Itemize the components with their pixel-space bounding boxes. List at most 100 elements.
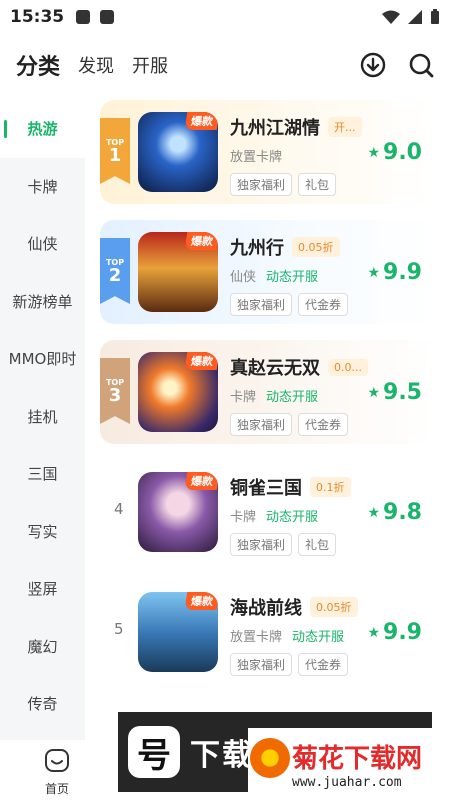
flower-logo-icon [250, 738, 290, 778]
sidebar-item-hot[interactable]: 热游 [0, 100, 85, 158]
game-category: 放置卡牌 [230, 630, 283, 645]
tag-gift: 礼包 [298, 533, 337, 556]
tag-exclusive: 独家福利 [230, 653, 293, 676]
discount-badge: 0.1折 [310, 477, 351, 497]
game-info: 九州行 0.05折 仙侠 动态开服 独家福利 代金券 [230, 234, 368, 316]
sidebar-item-legend[interactable]: 传奇 [0, 675, 85, 733]
game-card[interactable]: TOP 2 爆款 九州行 0.05折 仙侠 动态开服 独家福利 代金券 ★ 9.9 [100, 220, 436, 324]
game-card[interactable]: 5 爆款 海战前线 0.05折 放置卡牌 动态开服 独家福利 代金券 ★ 9.9 [100, 580, 436, 684]
rating-score: 9.5 [383, 380, 422, 405]
game-icon-image[interactable]: 爆款 [138, 472, 218, 552]
discount-badge: 0.05折 [292, 237, 340, 257]
brand-name: 菊花下载网 [292, 744, 423, 774]
game-title: 海战前线 [230, 598, 302, 619]
rating: ★ 9.9 [367, 260, 422, 285]
game-category: 放置卡牌 [230, 150, 283, 165]
tab-category[interactable]: 分类 [16, 49, 60, 81]
tag-voucher: 代金券 [298, 413, 349, 436]
rank-number: 5 [114, 620, 124, 638]
game-category: 卡牌 [230, 510, 257, 525]
game-title: 九州行 [230, 238, 284, 259]
brand-url: www.juahar.com [292, 775, 402, 790]
sidebar-item-idle[interactable]: 挂机 [0, 388, 85, 446]
game-category: 仙侠 [230, 270, 257, 285]
rank-ribbon: TOP 1 [100, 118, 130, 184]
sidebar-item-three-kingdoms[interactable]: 三国 [0, 445, 85, 503]
discount-badge: 0.0... [328, 358, 368, 376]
star-icon: ★ [367, 384, 381, 401]
home-face-icon [45, 749, 69, 772]
game-icon-image[interactable]: 爆款 [138, 592, 218, 672]
search-icon[interactable] [408, 52, 434, 78]
rank-ribbon: TOP 2 [100, 238, 130, 304]
shield-icon [76, 10, 91, 24]
tag-gift: 礼包 [298, 173, 337, 196]
game-title: 真赵云无双 [230, 358, 320, 379]
sidebar-item-realistic[interactable]: 写实 [0, 503, 85, 561]
game-card[interactable]: 4 爆款 铜雀三国 0.1折 卡牌 动态开服 独家福利 礼包 ★ 9.8 [100, 460, 436, 564]
nav-home[interactable]: 首页 [36, 746, 78, 797]
rank-number: 1 [108, 144, 122, 166]
rating: ★ 9.0 [367, 140, 422, 165]
game-category: 卡牌 [230, 390, 257, 405]
tag-exclusive: 独家福利 [230, 533, 293, 556]
rating-score: 9.8 [383, 500, 422, 525]
discount-badge: 0.05折 [310, 597, 358, 617]
top-header: 分类 发现 开服 [0, 42, 450, 88]
rating-score: 9.0 [383, 140, 422, 165]
tag-exclusive: 独家福利 [230, 173, 293, 196]
tag-exclusive: 独家福利 [230, 413, 293, 436]
open-server-label: 动态开服 [266, 390, 319, 405]
game-icon-image[interactable]: 爆款 [138, 112, 218, 192]
tag-voucher: 代金券 [298, 653, 349, 676]
game-card[interactable]: TOP 3 爆款 真赵云无双 0.0... 卡牌 动态开服 独家福利 代金券 ★ … [100, 340, 436, 444]
brand-watermark: 菊花下载网 www.juahar.com [248, 728, 450, 800]
star-icon: ★ [367, 264, 381, 281]
rating: ★ 9.9 [367, 620, 422, 645]
game-icon-image[interactable]: 爆款 [138, 352, 218, 432]
discount-badge: 开... [328, 117, 362, 137]
rating: ★ 9.8 [367, 500, 422, 525]
open-server-label: 动态开服 [266, 510, 319, 525]
sidebar-item-portrait[interactable]: 竖屏 [0, 560, 85, 618]
sidebar-item-fantasy[interactable]: 魔幻 [0, 618, 85, 676]
game-info: 真赵云无双 0.0... 卡牌 动态开服 独家福利 代金券 [230, 354, 368, 436]
status-time: 15:35 [10, 7, 65, 27]
star-icon: ★ [367, 624, 381, 641]
tag-voucher: 代金券 [298, 293, 349, 316]
hot-badge: 爆款 [184, 592, 218, 610]
signal-icon [408, 10, 422, 24]
rank-number: 2 [108, 264, 122, 286]
app-notification-icon [100, 10, 115, 24]
rating-score: 9.9 [383, 260, 422, 285]
game-icon-image[interactable]: 爆款 [138, 232, 218, 312]
game-card[interactable]: TOP 1 爆款 九州江湖情 开... 放置卡牌 独家福利 礼包 ★ 9.0 [100, 100, 436, 204]
game-info: 海战前线 0.05折 放置卡牌 动态开服 独家福利 代金券 [230, 594, 368, 676]
game-list: TOP 1 爆款 九州江湖情 开... 放置卡牌 独家福利 礼包 ★ 9.0 T… [100, 100, 436, 700]
watermark-logo: 号 [128, 726, 180, 778]
game-info: 九州江湖情 开... 放置卡牌 独家福利 礼包 [230, 114, 368, 196]
star-icon: ★ [367, 144, 381, 161]
sidebar-item-mmo[interactable]: MMO即时 [0, 330, 85, 388]
rank-ribbon: TOP 3 [100, 358, 130, 424]
sidebar-item-card[interactable]: 卡牌 [0, 158, 85, 216]
sidebar-item-new-ranking[interactable]: 新游榜单 [0, 273, 85, 331]
open-server-label: 动态开服 [266, 270, 319, 285]
nav-home-label: 首页 [44, 782, 69, 796]
battery-icon [431, 9, 439, 24]
status-bar: 15:35 [0, 0, 450, 34]
sidebar-item-xianxia[interactable]: 仙侠 [0, 215, 85, 273]
tab-server[interactable]: 开服 [132, 52, 168, 78]
open-server-label: 动态开服 [292, 630, 345, 645]
rating: ★ 9.5 [367, 380, 422, 405]
rank-number: 4 [114, 500, 124, 518]
download-circle-icon[interactable] [360, 52, 386, 78]
rank-number: 3 [108, 384, 122, 406]
tab-discover[interactable]: 发现 [78, 52, 114, 78]
game-title: 铜雀三国 [230, 478, 302, 499]
hot-badge: 爆款 [184, 352, 218, 370]
game-info: 铜雀三国 0.1折 卡牌 动态开服 独家福利 礼包 [230, 474, 368, 556]
wifi-icon [382, 10, 400, 24]
star-icon: ★ [367, 504, 381, 521]
game-title: 九州江湖情 [230, 118, 320, 139]
